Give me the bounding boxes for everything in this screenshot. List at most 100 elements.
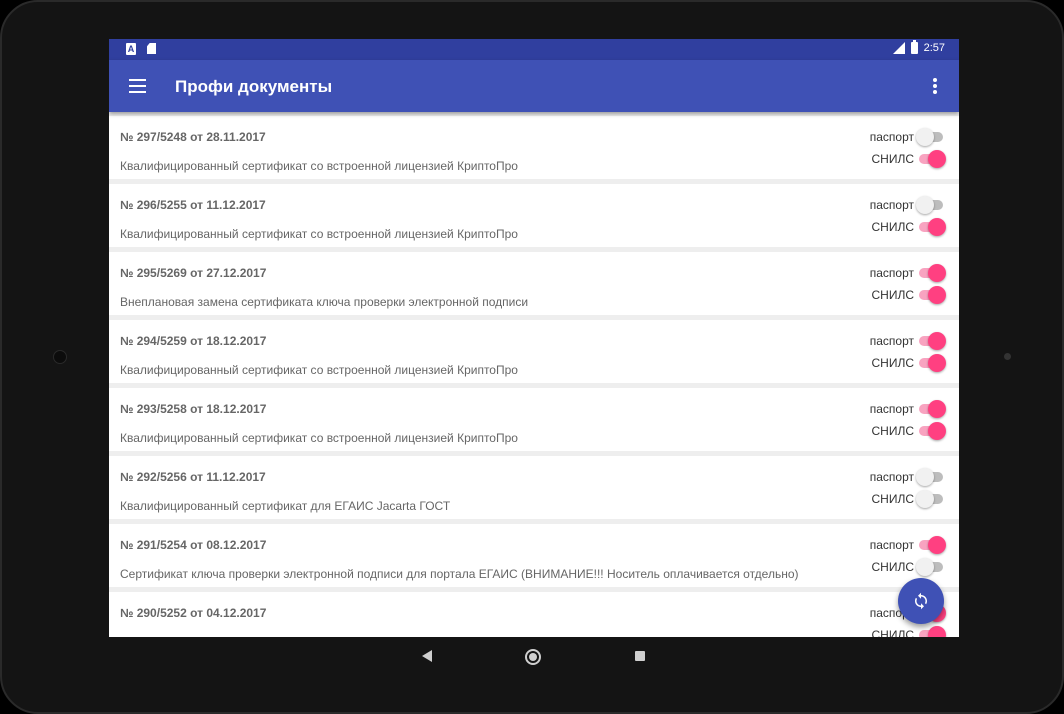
list-item[interactable]: № 297/5248 от 28.11.2017 Квалифицированны…: [109, 116, 959, 179]
status-time: 2:57: [923, 42, 945, 54]
back-icon[interactable]: [422, 650, 432, 662]
snils-toggle-row: СНИЛС: [871, 286, 946, 304]
switch-thumb: [928, 626, 946, 637]
document-description: Сертификат ключа проверки электронной по…: [120, 567, 799, 581]
status-indicators: 2:57: [891, 40, 945, 54]
list-item[interactable]: № 290/5252 от 04.12.2017Квалифицированны…: [109, 592, 959, 637]
app-bar: Профи документы: [109, 60, 959, 112]
passport-toggle-row: паспорт: [869, 264, 946, 282]
passport-label: паспорт: [869, 470, 914, 484]
switch-thumb: [928, 150, 946, 168]
passport-switch[interactable]: [916, 196, 944, 214]
snils-toggle-row: СНИЛС: [871, 354, 946, 372]
snils-label: СНИЛС: [871, 288, 915, 302]
passport-switch[interactable]: [918, 264, 946, 282]
document-description: Квалифицированный сертификат со встроенн…: [120, 363, 518, 377]
snils-switch[interactable]: [918, 218, 946, 236]
snils-toggle-row: СНИЛС: [871, 626, 946, 637]
switch-thumb: [928, 354, 946, 372]
list-item[interactable]: № 291/5254 от 08.12.2017 Сертификат ключа…: [109, 524, 959, 587]
snils-switch[interactable]: [916, 558, 944, 576]
snils-switch[interactable]: [918, 354, 946, 372]
passport-toggle-row: паспорт: [870, 128, 944, 146]
switch-thumb: [916, 196, 934, 214]
document-number: № 293/5258 от 18.12.2017: [120, 402, 267, 416]
passport-label: паспорт: [869, 334, 914, 348]
switch-thumb: [928, 286, 946, 304]
document-number: № 296/5255 от 11.12.2017: [120, 198, 266, 212]
passport-label: паспорт: [869, 402, 914, 416]
passport-label: паспорт: [869, 266, 914, 280]
recents-icon[interactable]: [635, 651, 645, 661]
document-description: Квалифицированный сертификат со встроенн…: [120, 431, 518, 445]
snils-switch[interactable]: [916, 490, 944, 508]
snils-toggle-row: СНИЛС: [872, 558, 945, 576]
list-item[interactable]: № 294/5259 от 18.12.2017 Квалифицированны…: [109, 320, 959, 383]
document-number: № 291/5254 от 08.12.2017: [120, 538, 267, 552]
passport-label: паспорт: [869, 538, 914, 552]
list-item[interactable]: № 292/5256 от 11.12.2017 Квалифицированны…: [109, 456, 959, 519]
snils-toggle-row: СНИЛС: [871, 422, 946, 440]
passport-label: паспорт: [869, 130, 914, 144]
passport-toggle-row: паспорт: [869, 332, 946, 350]
document-number: № 294/5259 от 18.12.2017: [120, 334, 267, 348]
snils-label: СНИЛС: [871, 492, 915, 506]
switch-thumb: [928, 332, 946, 350]
passport-toggle-row: паспорт: [869, 536, 946, 554]
document-number: № 292/5256 от 11.12.2017: [120, 470, 266, 484]
switch-thumb: [928, 422, 946, 440]
passport-switch[interactable]: [918, 536, 946, 554]
snils-toggle-row: СНИЛС: [872, 490, 945, 508]
snils-label: СНИЛС: [871, 560, 915, 574]
switch-thumb: [928, 536, 946, 554]
screen: A 2:57 Профи документы № 297/5248 от 28.…: [109, 39, 959, 637]
snils-label: СНИЛС: [871, 628, 915, 637]
battery-icon: [910, 40, 918, 54]
document-number: № 297/5248 от 28.11.2017: [120, 130, 266, 144]
passport-switch[interactable]: [918, 400, 946, 418]
light-sensor: [1004, 353, 1011, 360]
sync-icon: [915, 592, 927, 610]
list-item[interactable]: № 293/5258 от 18.12.2017 Квалифицированны…: [109, 388, 959, 451]
snils-label: СНИЛС: [871, 356, 915, 370]
list-item[interactable]: № 295/5269 от 27.12.2017 Внеплановая заме…: [109, 252, 959, 315]
list-item[interactable]: № 296/5255 от 11.12.2017 Квалифицированны…: [109, 184, 959, 247]
sync-button[interactable]: [898, 578, 944, 624]
snils-toggle-row: СНИЛС: [872, 150, 946, 168]
passport-toggle-row: паспорт: [869, 400, 946, 418]
snils-switch[interactable]: [918, 626, 946, 637]
home-icon[interactable]: [525, 649, 541, 665]
document-description: Квалифицированный сертификат для ЕГАИС J…: [120, 499, 451, 513]
passport-switch[interactable]: [916, 128, 944, 146]
passport-toggle-row: паспорт: [870, 468, 944, 486]
passport-toggle-row: паспорт: [870, 196, 944, 214]
document-number: № 295/5269 от 27.12.2017: [120, 266, 267, 280]
more-vert-icon[interactable]: [933, 78, 937, 94]
snils-switch[interactable]: [918, 422, 946, 440]
snils-switch[interactable]: [918, 150, 946, 168]
switch-thumb: [916, 468, 934, 486]
switch-thumb: [928, 400, 946, 418]
passport-switch[interactable]: [916, 468, 944, 486]
switch-thumb: [928, 218, 946, 236]
status-bar: A 2:57: [109, 39, 959, 60]
hamburger-menu-icon[interactable]: [129, 79, 146, 93]
document-description: Квалифицированный сертификат со встроенн…: [120, 159, 518, 173]
document-number: № 290/5252 от 04.12.2017: [120, 606, 267, 620]
snils-switch[interactable]: [918, 286, 946, 304]
signal-icon: [891, 42, 905, 54]
snils-label: СНИЛС: [871, 424, 915, 438]
a-notification-icon: A: [126, 43, 136, 55]
sd-card-icon: [147, 43, 156, 54]
app-title: Профи документы: [175, 77, 333, 96]
switch-thumb: [928, 264, 946, 282]
switch-thumb: [916, 128, 934, 146]
passport-label: паспорт: [869, 198, 914, 212]
passport-switch[interactable]: [918, 332, 946, 350]
tablet-frame: A 2:57 Профи документы № 297/5248 от 28.…: [0, 0, 1064, 714]
snils-toggle-row: СНИЛС: [871, 218, 946, 236]
document-description: Квалифицированный сертификат со встроенн…: [120, 227, 518, 241]
switch-thumb: [916, 558, 934, 576]
snils-label: СНИЛС: [871, 220, 915, 234]
document-description: Внеплановая замена сертификата ключа про…: [120, 295, 529, 309]
